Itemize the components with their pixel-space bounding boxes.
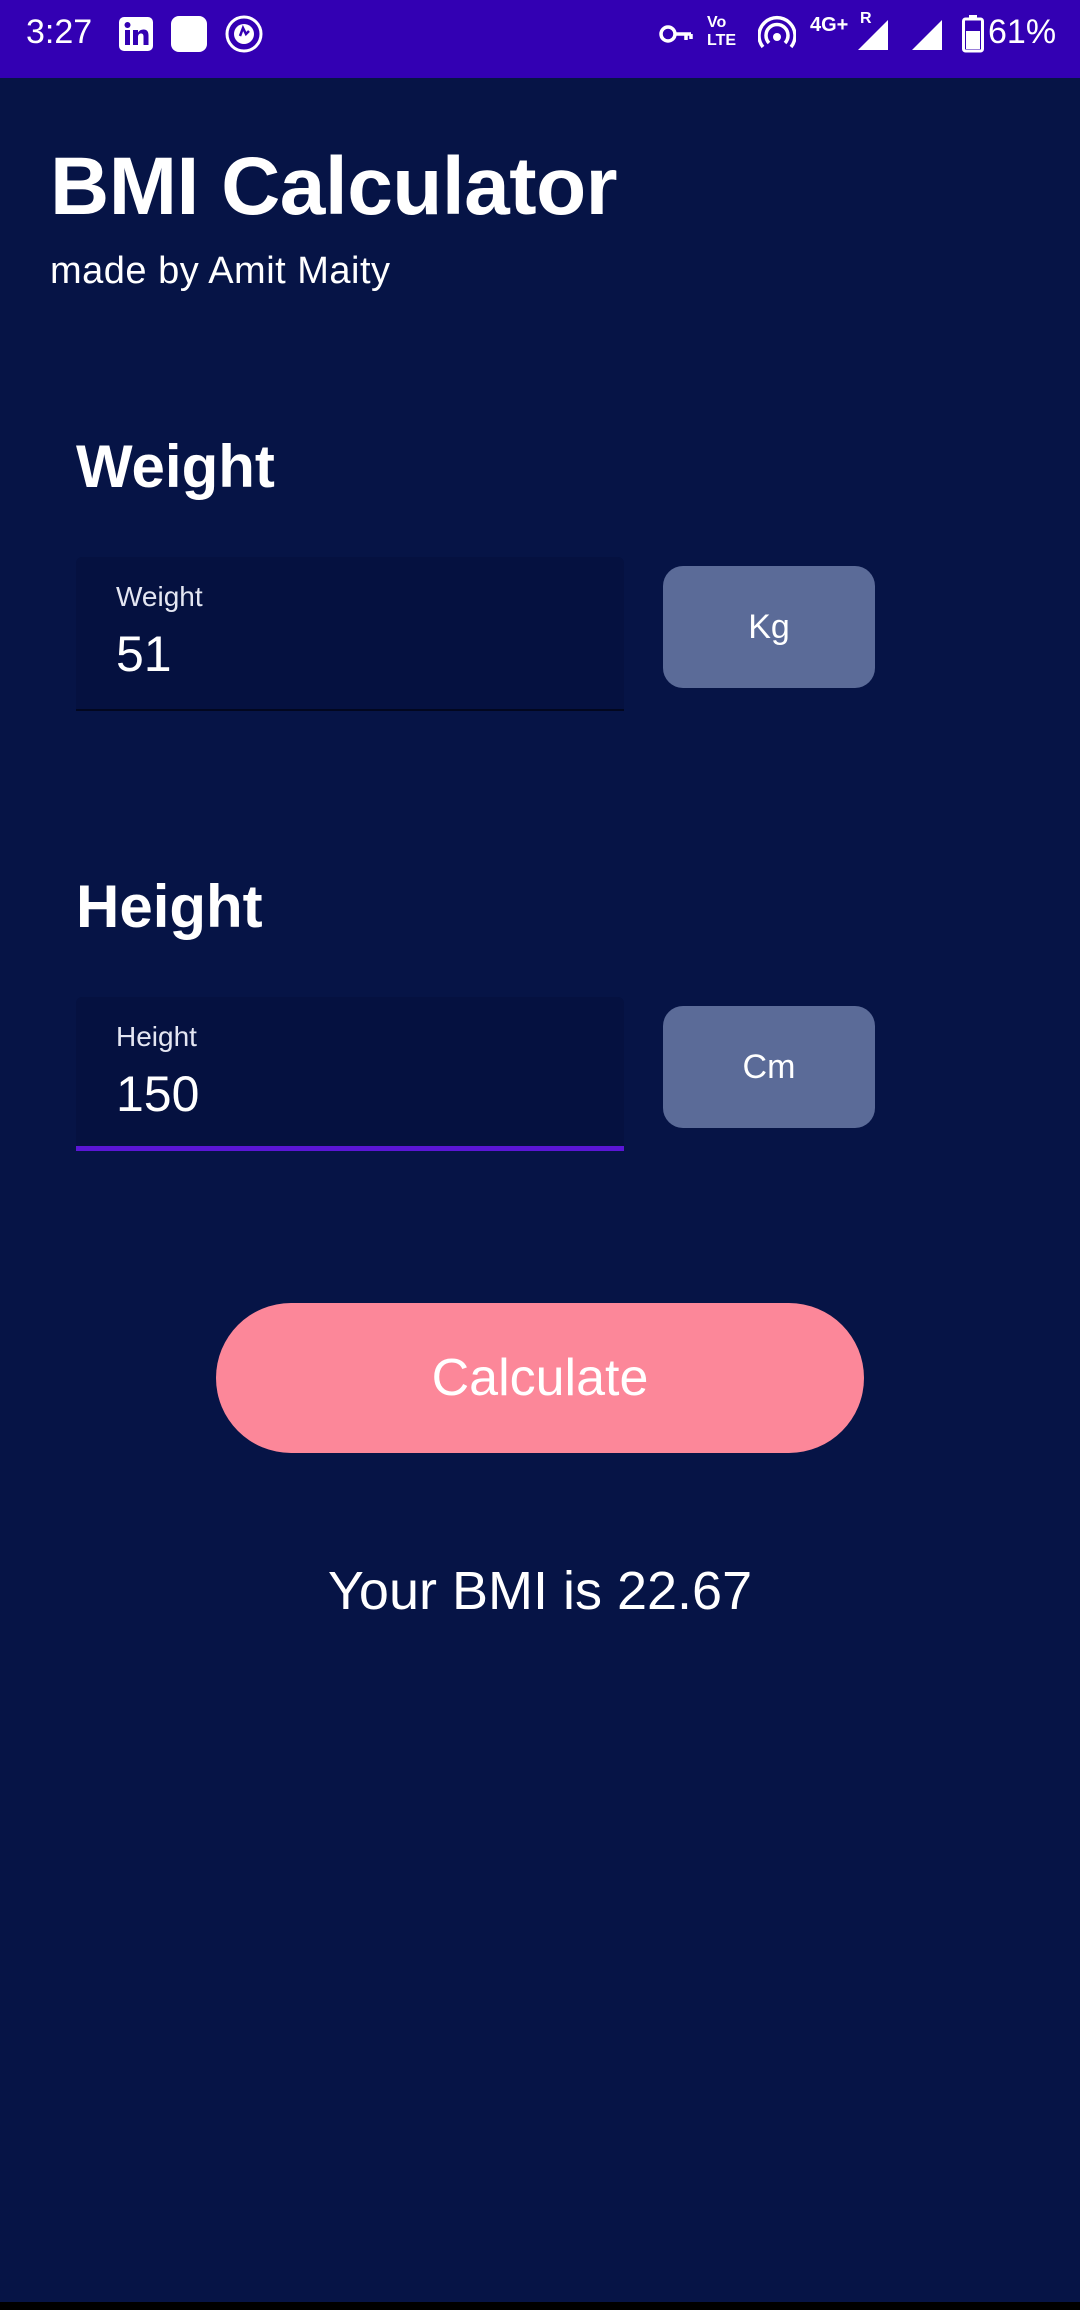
height-field-value[interactable]: 150 [116,1065,199,1123]
status-time: 3:27 [26,13,93,51]
vpn-shield-icon [224,14,264,54]
battery-percent: 61% [988,13,1057,51]
height-field-label: Height [116,1021,197,1052]
network-type-label: 4G+ [810,14,849,36]
weight-field-value[interactable]: 51 [116,625,172,683]
app-subtitle: made by Amit Maity [50,250,391,292]
height-section-title: Height [76,873,263,940]
battery-icon [962,14,984,54]
navigation-bar-edge [0,2302,1080,2310]
signal-icon [908,14,944,54]
weight-input[interactable]: Weight 51 [76,557,624,711]
hotspot-icon [758,14,796,54]
calculate-button[interactable]: Calculate [216,1303,864,1453]
volte-bottom-label: LTE [707,32,737,49]
weight-section-title: Weight [76,433,275,500]
height-unit-button[interactable]: Cm [663,1006,875,1128]
key-icon [658,14,694,54]
height-input[interactable]: Height 150 [76,997,624,1151]
signal-4g-icon [854,14,890,54]
app-square-icon [170,14,208,54]
weight-unit-button[interactable]: Kg [663,566,875,688]
volte-top-label: Vo [707,14,727,31]
bmi-result: Your BMI is 22.67 [327,1561,753,1621]
linkedin-icon [118,14,154,54]
status-bar: 3:27 Vo LTE 4G+ R 61% [0,0,1080,78]
bmi-calculator-screen: 3:27 Vo LTE 4G+ R 61% BMI Calculator mad… [0,0,1080,2310]
weight-field-label: Weight [116,581,203,612]
app-title: BMI Calculator [50,141,618,232]
